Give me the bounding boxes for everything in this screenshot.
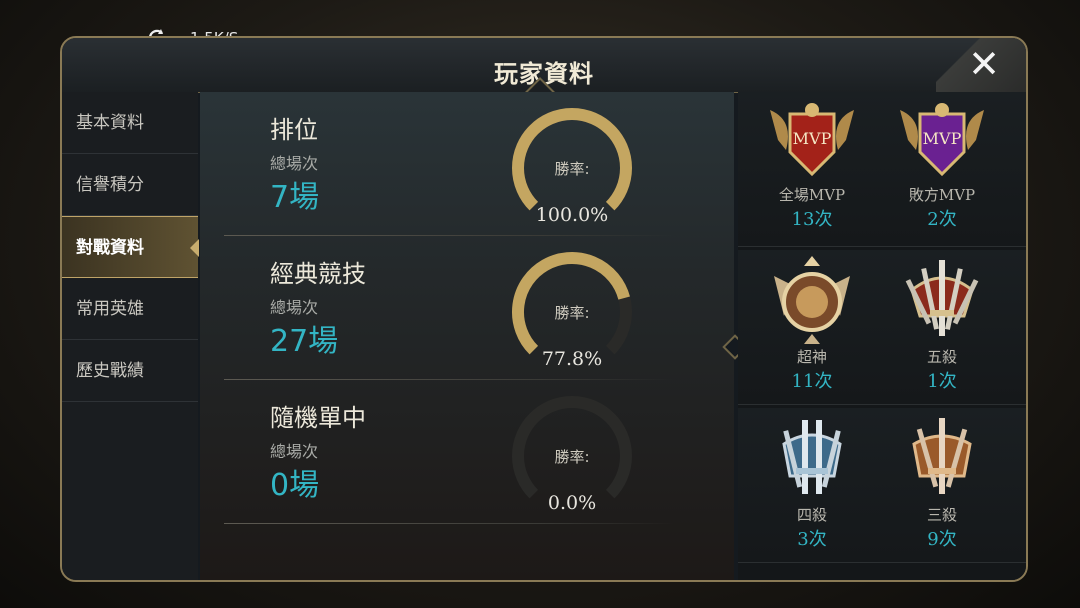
achievement-count: 2次 <box>927 209 957 230</box>
mode-name: 經典競技 <box>270 260 366 288</box>
win-rate-value: 0.0% <box>547 492 597 514</box>
achievement-group-godlike: 超神 11次 五殺 1次 <box>738 250 1026 405</box>
achievement-name: 敗方MVP <box>908 186 976 204</box>
svg-text:MVP: MVP <box>793 129 832 148</box>
achievement-group-kills: 四殺 3次 三殺 9次 <box>738 408 1026 563</box>
sidebar-item-common-heroes[interactable]: 常用英雄 <box>62 278 198 340</box>
mode-row-random-mid: 隨機單中 總場次 0場 勝率: 0.0% <box>200 380 734 524</box>
achievement-name: 三殺 <box>926 506 957 524</box>
sidebar-item-label: 歷史戰績 <box>76 361 144 381</box>
achievement-name: 全場MVP <box>778 186 846 204</box>
sidebar-item-match-history[interactable]: 歷史戰績 <box>62 340 198 402</box>
achievement-name: 四殺 <box>796 506 827 524</box>
achievement-group-mvp: MVP 全場MVP 13次 MVP 敗方MVP 2次 <box>738 92 1026 247</box>
achievement-godlike[interactable]: 超神 11次 <box>752 256 872 393</box>
achievement-losing-mvp[interactable]: MVP 敗方MVP 2次 <box>882 100 1002 231</box>
achievement-quadra-kill[interactable]: 四殺 3次 <box>752 414 872 551</box>
total-matches-count: 0場 <box>270 468 320 503</box>
achievement-penta-kill[interactable]: 五殺 1次 <box>882 256 1002 393</box>
achievement-panel: MVP 全場MVP 13次 MVP 敗方MVP 2次 超神 11次 五殺 1次 … <box>738 92 1026 580</box>
achievement-count: 1次 <box>927 371 957 392</box>
achievement-count: 9次 <box>927 529 957 550</box>
sidebar-item-label: 對戰資料 <box>76 238 144 258</box>
sidebar-item-label: 常用英雄 <box>76 299 144 319</box>
achievement-count: 11次 <box>791 371 833 392</box>
win-rate-value: 100.0% <box>535 204 609 226</box>
three-swords-icon <box>912 418 972 494</box>
mvp-purple-badge-icon: MVP <box>900 103 984 177</box>
total-matches-label: 總場次 <box>270 442 319 461</box>
mode-row-classic: 經典競技 總場次 27場 勝率: 77.8% <box>200 236 734 380</box>
win-rate-label: 勝率: <box>554 160 590 178</box>
achievement-mvp[interactable]: MVP 全場MVP 13次 <box>752 100 872 231</box>
mode-stats-list[interactable]: 排位 總場次 7場 勝率: 100.0% 經典競技 總場次 27場 勝率: 77… <box>200 92 734 580</box>
player-data-window: 玩家資料 ✕ 基本資料 信譽積分 對戰資料 常用英雄 歷史戰績 排位 總場次 7… <box>60 36 1028 582</box>
win-rate-gauge: 勝率: 0.0% <box>510 394 634 518</box>
close-icon: ✕ <box>968 42 1000 86</box>
total-matches-label: 總場次 <box>270 154 319 173</box>
sidebar-item-credit-score[interactable]: 信譽積分 <box>62 154 198 216</box>
four-swords-icon <box>782 420 842 494</box>
mode-name: 隨機單中 <box>270 404 366 432</box>
win-rate-label: 勝率: <box>554 304 590 322</box>
sidebar-item-battle-data[interactable]: 對戰資料 <box>62 216 199 278</box>
win-rate-gauge: 勝率: 77.8% <box>510 250 634 374</box>
sidebar-item-label: 基本資料 <box>76 113 144 133</box>
sidebar-item-label: 信譽積分 <box>76 175 144 195</box>
achievement-name: 超神 <box>796 348 827 366</box>
win-rate-gauge: 勝率: 100.0% <box>510 106 634 230</box>
five-swords-icon <box>905 260 979 336</box>
sidebar: 基本資料 信譽積分 對戰資料 常用英雄 歷史戰績 <box>62 92 199 580</box>
win-rate-value: 77.8% <box>541 348 603 370</box>
sidebar-item-basic-info[interactable]: 基本資料 <box>62 92 198 154</box>
mode-row-ranked: 排位 總場次 7場 勝率: 100.0% <box>200 92 734 236</box>
lion-crest-icon <box>774 256 850 344</box>
mvp-red-badge-icon: MVP <box>770 103 854 177</box>
mode-name: 排位 <box>270 116 318 144</box>
total-matches-label: 總場次 <box>270 298 319 317</box>
win-rate-label: 勝率: <box>554 448 590 466</box>
close-button[interactable]: ✕ <box>936 38 1026 92</box>
total-matches-count: 7場 <box>270 180 320 215</box>
svg-text:MVP: MVP <box>923 129 962 148</box>
total-matches-count: 27場 <box>270 324 339 359</box>
achievement-name: 五殺 <box>926 348 957 366</box>
achievement-triple-kill[interactable]: 三殺 9次 <box>882 414 1002 551</box>
achievement-count: 13次 <box>791 209 833 230</box>
achievement-count: 3次 <box>797 529 827 550</box>
row-divider <box>224 523 674 524</box>
